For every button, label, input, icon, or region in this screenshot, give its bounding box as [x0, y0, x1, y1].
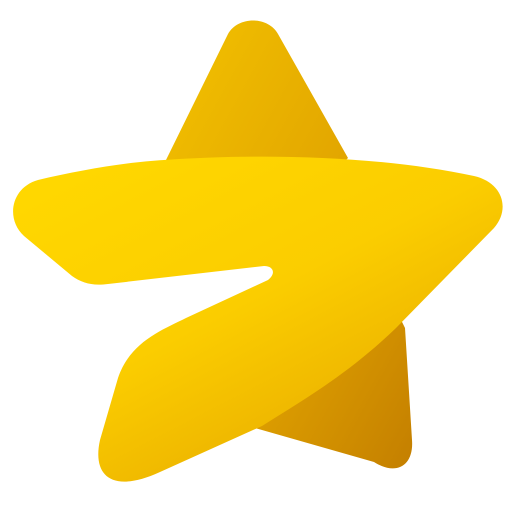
star-front-shape	[13, 156, 503, 482]
star-icon	[13, 20, 503, 482]
icon-canvas	[0, 0, 512, 512]
